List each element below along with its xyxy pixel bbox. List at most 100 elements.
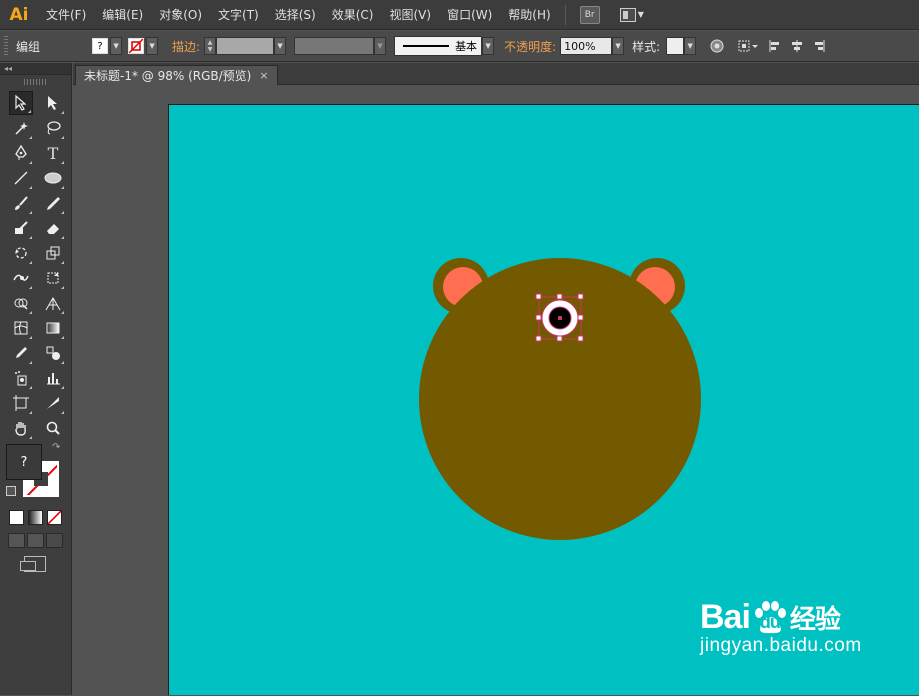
gradient-mode-icon[interactable]: [28, 510, 43, 525]
fill-control[interactable]: ? ▼: [92, 37, 123, 55]
column-graph-tool-icon[interactable]: [41, 366, 65, 390]
style-swatch[interactable]: [666, 37, 685, 55]
blend-tool-icon[interactable]: [41, 341, 65, 365]
stroke-control[interactable]: ▼: [128, 37, 159, 55]
menu-object[interactable]: 对象(O): [151, 0, 210, 30]
menu-help[interactable]: 帮助(H): [500, 0, 558, 30]
control-bar: 编组 ? ▼ ▼ 描边: ▲ ▼ ▼ ▼ 基本 ▼ 不透明度: 100% ▼ 样式…: [0, 31, 919, 62]
variable-width-control[interactable]: ▼: [294, 37, 387, 55]
draw-normal-icon[interactable]: [8, 533, 25, 548]
menu-effect[interactable]: 效果(C): [324, 0, 382, 30]
width-tool-icon[interactable]: [9, 266, 33, 290]
transform-icon[interactable]: [736, 37, 760, 55]
pencil-tool-icon[interactable]: [41, 191, 65, 215]
menu-edit[interactable]: 编辑(E): [94, 0, 151, 30]
direct-selection-tool-icon[interactable]: [41, 91, 65, 115]
opacity-label[interactable]: 不透明度:: [504, 38, 556, 55]
blob-brush-tool-icon[interactable]: [9, 216, 33, 240]
watermark-url: jingyan.baidu.com: [700, 635, 862, 656]
chevron-down-icon[interactable]: ▼: [146, 37, 159, 55]
type-tool-icon[interactable]: T: [41, 141, 65, 165]
document-tab[interactable]: 未标题-1* @ 98% (RGB/预览) ×: [75, 65, 278, 85]
chevron-down-icon[interactable]: ▼: [684, 37, 697, 55]
eyedropper-tool-icon[interactable]: [9, 341, 33, 365]
shape-builder-tool-icon[interactable]: [9, 291, 33, 315]
gradient-tool-icon[interactable]: [41, 316, 65, 340]
color-mode-icon[interactable]: [9, 510, 24, 525]
default-fill-stroke-icon[interactable]: [6, 486, 16, 496]
perspective-grid-tool-icon[interactable]: [41, 291, 65, 315]
none-mode-icon[interactable]: [47, 510, 62, 525]
tools-panel: ◂◂ T ? ↷: [0, 63, 72, 695]
stroke-line-icon: [403, 45, 450, 47]
menu-window[interactable]: 窗口(W): [439, 0, 500, 30]
zoom-tool-icon[interactable]: [41, 416, 65, 440]
stroke-weight-field[interactable]: [216, 37, 275, 55]
scale-tool-icon[interactable]: [41, 241, 65, 265]
fill-stroke-swatches: ? ↷: [6, 442, 71, 504]
stroke-label[interactable]: 描边:: [172, 38, 200, 55]
line-segment-tool-icon[interactable]: [9, 166, 33, 190]
draw-mode-row: [0, 533, 71, 548]
ellipse-tool-icon[interactable]: [41, 166, 65, 190]
menu-select[interactable]: 选择(S): [267, 0, 324, 30]
center-point: [558, 316, 562, 320]
screen-mode-icon[interactable]: [20, 556, 46, 572]
align-right-icon[interactable]: [810, 37, 828, 55]
opacity-field[interactable]: 100%: [560, 37, 613, 55]
chevron-down-icon[interactable]: ▼: [374, 37, 387, 55]
stroke-weight-control[interactable]: ▲ ▼ ▼: [204, 37, 287, 55]
no-stroke-icon: [129, 39, 144, 53]
selection-tool-icon[interactable]: [9, 91, 33, 115]
opacity-control[interactable]: 100% ▼: [560, 37, 625, 55]
symbol-sprayer-tool-icon[interactable]: [9, 366, 33, 390]
stepper-icon[interactable]: ▲ ▼: [204, 37, 217, 55]
mesh-tool-icon[interactable]: [9, 316, 33, 340]
menu-type[interactable]: 文字(T): [210, 0, 267, 30]
eraser-tool-icon[interactable]: [41, 216, 65, 240]
fill-color-swatch[interactable]: ?: [6, 444, 42, 480]
selection-type-label: 编组: [16, 39, 41, 54]
pen-tool-icon[interactable]: [9, 141, 33, 165]
panel-collapse-button[interactable]: ◂◂: [0, 63, 71, 75]
rotate-tool-icon[interactable]: [9, 241, 33, 265]
brush-definition-control[interactable]: 基本 ▼: [394, 36, 495, 56]
align-left-icon[interactable]: [766, 37, 784, 55]
slice-tool-icon[interactable]: [41, 391, 65, 415]
lasso-tool-icon[interactable]: [41, 116, 65, 140]
draw-inside-icon[interactable]: [46, 533, 63, 548]
watermark-suffix: 经验: [789, 604, 841, 634]
chevron-down-icon[interactable]: ▼: [482, 37, 495, 55]
watermark-brand-du: du: [759, 612, 781, 632]
chevron-down-icon: ▼: [637, 10, 644, 19]
baidu-watermark: Bai du 经验 jingyan.baidu.com: [700, 598, 862, 657]
menu-view[interactable]: 视图(V): [381, 0, 439, 30]
style-control[interactable]: ▼: [666, 37, 697, 55]
bridge-button[interactable]: Br: [579, 5, 600, 24]
watermark-brand: Bai: [700, 598, 751, 636]
app-logo: Ai: [9, 4, 29, 25]
align-center-icon[interactable]: [788, 37, 806, 55]
swap-fill-stroke-icon[interactable]: ↷: [52, 442, 60, 453]
hand-tool-icon[interactable]: [9, 416, 33, 440]
recolor-artwork-icon[interactable]: [708, 37, 726, 55]
document-title: 未标题-1* @ 98% (RGB/预览): [84, 69, 252, 83]
paintbrush-tool-icon[interactable]: [9, 191, 33, 215]
layout-icon: [619, 7, 636, 22]
menu-file[interactable]: 文件(F): [38, 0, 94, 30]
fill-swatch[interactable]: ?: [92, 38, 109, 54]
brush-definition-field[interactable]: 基本: [394, 36, 483, 56]
close-icon[interactable]: ×: [259, 69, 268, 82]
panel-grip[interactable]: [24, 79, 47, 85]
magic-wand-tool-icon[interactable]: [9, 116, 33, 140]
workspace-layout-button[interactable]: ▼: [619, 7, 644, 22]
chevron-down-icon[interactable]: ▼: [274, 37, 287, 55]
variable-width-field[interactable]: [294, 37, 375, 55]
free-transform-tool-icon[interactable]: [41, 266, 65, 290]
chevron-down-icon[interactable]: ▼: [110, 37, 123, 55]
stroke-swatch[interactable]: [128, 38, 145, 54]
panel-grip[interactable]: [4, 36, 8, 56]
artboard-tool-icon[interactable]: [9, 391, 33, 415]
draw-behind-icon[interactable]: [27, 533, 44, 548]
chevron-down-icon[interactable]: ▼: [612, 37, 625, 55]
